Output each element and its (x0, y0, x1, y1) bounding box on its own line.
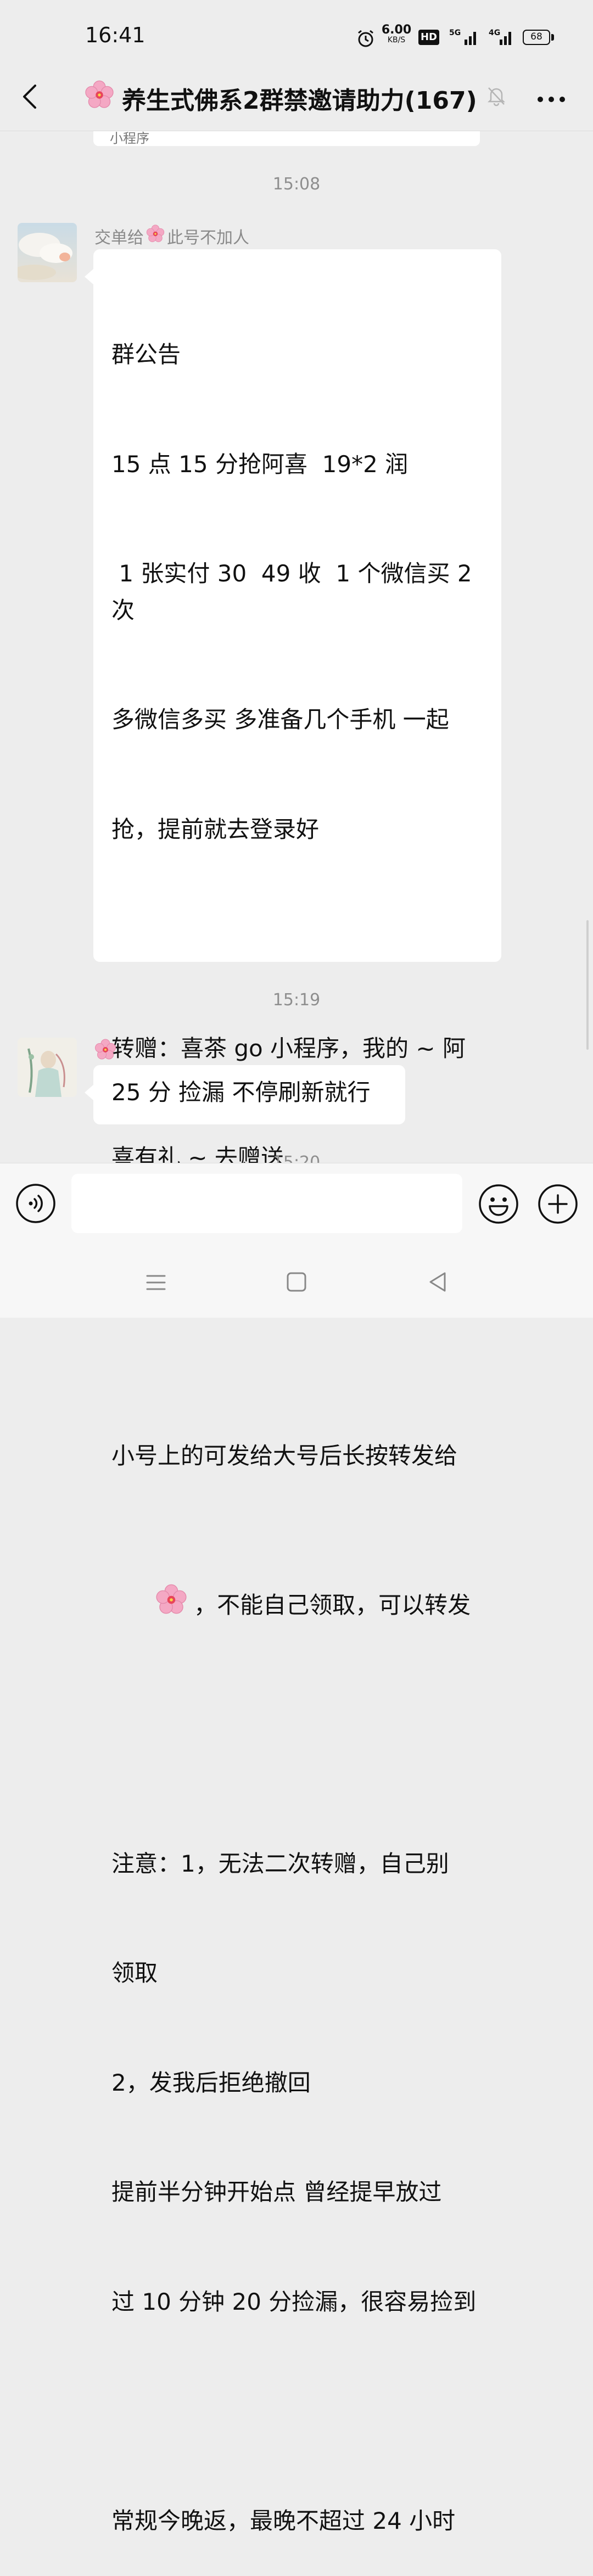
more-dots-icon (538, 97, 565, 102)
flower-icon (94, 1039, 116, 1063)
status-time: 16:41 (85, 23, 146, 47)
nav-home-button[interactable] (286, 1270, 307, 1296)
home-square-icon (287, 1272, 306, 1292)
text-line: 提前半分钟开始点 曾经提早放过 (111, 2179, 442, 2205)
more-functions-button[interactable] (537, 1183, 579, 1225)
announcement-text[interactable]: 群公告 15 点 15 分抢阿喜 19*2 润 1 张实付 30 49 收 1 … (111, 264, 496, 2576)
text-line: 1 张实付 30 49 收 1 个微信买 2 次 (111, 560, 479, 624)
message-timestamp: 15:19 (272, 990, 321, 1010)
menu-icon (146, 1275, 166, 1290)
message-text: 25 分 捡漏 不停刷新就行 (111, 1079, 371, 1106)
sender-name-suffix: 此号不加人 (167, 228, 249, 248)
battery-tip (551, 34, 554, 41)
text-line: 过 10 分钟 20 分捡漏，很容易捡到 (111, 2288, 477, 2315)
signal-4g-label: 4G (489, 29, 500, 37)
hd-voice-icon: HD (418, 30, 439, 45)
mute-bell-icon (484, 83, 508, 110)
network-speed-unit: KB/S (387, 36, 406, 44)
text-line: 群公告 (111, 341, 181, 368)
sender-name: 交单给 此号不加人 (94, 224, 249, 248)
text-line: 2，发我后拒绝撤回 (111, 2069, 311, 2096)
text-line: 转赠：喜茶 go 小程序，我的 ~ 阿 (111, 1034, 466, 1062)
chat-title: 养生式佛系2群禁邀请助力(167) (85, 80, 477, 116)
mini-program-card-label: 小程序 (110, 131, 149, 146)
text-line: 15 点 15 分抢阿喜 19*2 润 (111, 450, 409, 478)
plus-icon (538, 1184, 578, 1224)
message-input[interactable] (71, 1174, 462, 1233)
alarm-icon (356, 29, 376, 51)
text-line (111, 2393, 496, 2430)
sender-name-flower (94, 1039, 116, 1063)
battery-level: 68 (530, 31, 542, 42)
back-triangle-icon (429, 1272, 446, 1292)
text-line: 多微信多买 多准备几个手机 一起 (111, 706, 449, 733)
text-line (111, 1736, 496, 1773)
flower-icon (85, 80, 114, 116)
battery-icon: 68 (523, 30, 550, 45)
network-speed: 6.00 KB/S (381, 24, 412, 44)
signal-5g-icon: 5G (448, 27, 481, 49)
hd-label: HD (420, 31, 437, 43)
text-line: 领取 (111, 1959, 158, 1986)
network-speed-value: 6.00 (381, 23, 412, 37)
signal-5g-label: 5G (449, 29, 461, 37)
sender-avatar[interactable] (18, 223, 77, 282)
bubble-tail (85, 1085, 93, 1100)
scrollbar[interactable] (586, 920, 589, 1050)
signal-4g-icon: 4G (488, 27, 521, 49)
voice-icon (16, 1184, 55, 1223)
text-line-with-flower: ，不能自己领取，可以转发 (111, 1548, 496, 1664)
flower-icon (146, 225, 165, 248)
sender-name-prefix: 交单给 (94, 228, 144, 248)
emoji-icon (479, 1184, 518, 1224)
message-timestamp: 15:08 (272, 175, 321, 194)
more-options-button[interactable] (537, 94, 566, 102)
text-line: 抢，提前就去登录好 (111, 815, 320, 843)
mini-program-card-visible[interactable]: 小程序 (93, 131, 480, 146)
nav-back-button[interactable] (427, 1270, 449, 1296)
text-line: 小号上的可发给大号后长按转发给 (111, 1442, 458, 1469)
chevron-left-icon (23, 85, 36, 109)
flower-icon (111, 1548, 187, 1664)
sender-avatar[interactable] (18, 1038, 77, 1097)
voice-input-button[interactable] (15, 1183, 56, 1224)
nav-recents-button[interactable] (145, 1272, 167, 1296)
back-button[interactable] (16, 80, 44, 113)
text-line (111, 921, 496, 957)
text-line: ，不能自己领取，可以转发 (194, 1591, 471, 1619)
text-line: 常规今晚返，最晚不超过 24 小时 (111, 2507, 456, 2534)
bubble-tail (85, 269, 93, 284)
text-line: 注意：1，无法二次转赠，自己别 (111, 1850, 449, 1877)
chat-title-text: 养生式佛系2群禁邀请助力(167) (122, 86, 477, 115)
emoji-button[interactable] (478, 1183, 519, 1225)
